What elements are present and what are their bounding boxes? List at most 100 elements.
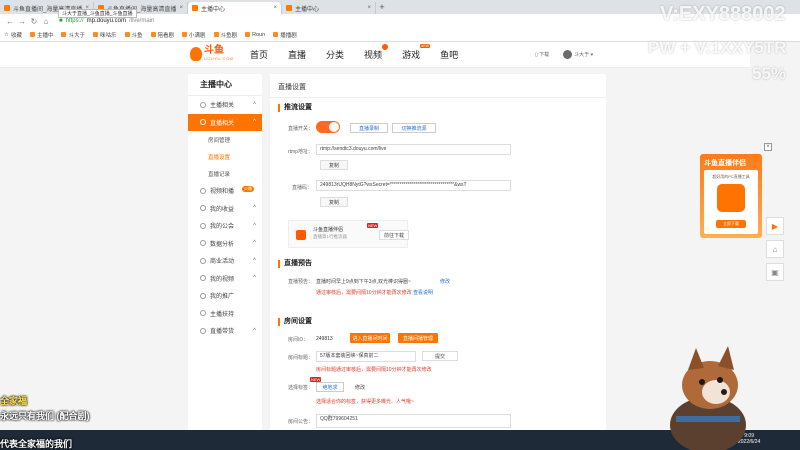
fox-mascot-icon (670, 346, 746, 450)
new-tab-button[interactable]: + (376, 2, 388, 14)
bookmark-icon (245, 32, 251, 37)
bookmark-item[interactable]: 斗鱼 (124, 31, 143, 39)
sidebar-subitem-live-settings[interactable]: 直播设置 (188, 148, 262, 165)
user-menu[interactable]: 斗大于 ▾ (563, 50, 593, 59)
enter-room-button[interactable]: 进入直播间时间 (350, 333, 390, 343)
back-icon[interactable]: ← (6, 17, 14, 26)
browser-tab[interactable]: 主播中心 × (282, 2, 376, 14)
sidebar-subitem-live-records[interactable]: 直播记录 (188, 165, 262, 182)
bookmark-item[interactable]: ☆ 收藏 (4, 31, 22, 39)
record-button[interactable]: 直播录制 (350, 123, 388, 133)
watermark-text: 55% (752, 64, 787, 83)
close-icon[interactable]: × (179, 5, 183, 11)
reload-icon[interactable]: ↻ (30, 17, 38, 26)
bookmark-item[interactable]: 播播剧 (273, 31, 297, 39)
copy-code-button[interactable]: 复制 (320, 197, 348, 207)
bookmark-item[interactable]: 小满剧 (182, 31, 206, 39)
close-icon[interactable]: × (367, 5, 371, 11)
promo-title: 斗鱼直播伴侣 (704, 160, 746, 167)
video-icon (200, 187, 206, 194)
film-icon (200, 275, 206, 282)
nav-fishbar[interactable]: 鱼吧 (440, 48, 458, 61)
sidebar-item-analytics[interactable]: 数据分析 ^ (188, 235, 262, 253)
promo-close-button[interactable]: × (764, 143, 772, 151)
nav-game[interactable]: 游戏 NEW (402, 44, 431, 61)
room-manage-button[interactable]: 直播间播管理 (398, 333, 438, 343)
room-notice-input[interactable]: QQ群799604251 (316, 414, 511, 428)
sidebar-item-guild[interactable]: 我的公会 ^ (188, 217, 262, 235)
promo-download-button[interactable]: 立即下载 (716, 220, 746, 228)
overlay-text: 永远只有我们 (配合剧) (0, 411, 90, 421)
fish-logo-icon (190, 46, 202, 61)
nav-live[interactable]: 直播 (288, 48, 306, 61)
avatar (563, 50, 573, 59)
megaphone-icon (200, 292, 206, 299)
play-float-icon[interactable]: ▶ (766, 217, 784, 235)
assistant-title: 斗鱼直播伴侣 (313, 227, 344, 233)
watermark-text: PW + V:1XXY5TR (648, 38, 787, 57)
bookmark-item[interactable]: Roun (245, 32, 265, 38)
room-title-label: 房间标题： (288, 355, 314, 361)
live-switch-toggle[interactable] (316, 121, 340, 133)
preview-edit-link[interactable]: 修改 (440, 278, 450, 285)
sidebar-item-income[interactable]: 我的收益 ^ (188, 200, 262, 218)
sidebar-subitem-room-manage[interactable]: 房间管理 (188, 131, 262, 148)
sidebar: 主播中心 主播相关 ^ 直播相关 ^ 房间管理 直播设置 直播记录 视频和播 火爆 我… (188, 74, 262, 450)
stream-code-label: 直播码： (292, 185, 313, 191)
sidebar-item-business[interactable]: 商业活动 ^ (188, 252, 262, 270)
chevron-up-icon: ^ (253, 101, 256, 108)
chevron-up-icon: ^ (253, 327, 256, 334)
divider (270, 97, 606, 98)
hand-icon (200, 310, 206, 317)
sidebar-item-my-videos[interactable]: 我的视频 ^ (188, 270, 262, 288)
switch-label: 直播开关： (288, 126, 314, 132)
nav-video[interactable]: 视频 (364, 44, 389, 61)
url-host: mp.douyu.com (86, 18, 126, 24)
bookmark-item[interactable]: 主播中 (29, 31, 53, 39)
tag-edit-link[interactable]: 修改 (355, 384, 365, 391)
bookmark-item[interactable]: 咪咕乐 (92, 31, 117, 39)
room-id-value: 249813 (316, 336, 333, 342)
star-icon: ☆ (4, 31, 9, 38)
download-link[interactable]: ▯ 下载 (535, 51, 549, 58)
close-icon[interactable]: × (273, 5, 277, 11)
url-scheme: https:// (65, 18, 84, 24)
bookmark-item[interactable]: 陪看剧 (150, 31, 174, 39)
nav-category[interactable]: 分类 (326, 48, 344, 61)
sidebar-item-live[interactable]: 直播相关 ^ (188, 113, 262, 131)
tag-value[interactable]: 绝地求 (316, 382, 344, 392)
browser-tab-active[interactable]: 主播中心 × (188, 2, 282, 14)
promo-desc: 超好用的PC直播工具 (712, 174, 750, 179)
home-float-icon[interactable]: ⌂ (766, 240, 784, 258)
sidebar-item-commerce[interactable]: 直播带货 ^ (188, 322, 262, 340)
hot-badge: 火爆 (242, 186, 254, 192)
forward-icon[interactable]: → (18, 17, 26, 26)
stream-code-field[interactable]: 249813rUQH8NytG?wsSecret=***************… (316, 180, 511, 191)
explain-link[interactable]: 查看说明 (413, 290, 433, 296)
new-badge: NEW (419, 44, 431, 48)
section-title-stream: 推流设置 (278, 104, 312, 112)
rtmp-address-field[interactable]: rtmp://sendtc3.douyu.com/live (316, 144, 511, 155)
douyu-logo[interactable]: 斗鱼 DOUYU.COM (190, 46, 233, 61)
nav-home[interactable]: 首页 (250, 48, 268, 61)
bookmark-icon (61, 32, 67, 37)
home-icon[interactable]: ⌂ (42, 17, 50, 26)
screen-float-icon[interactable]: ▣ (766, 263, 784, 281)
sidebar-item-streamer[interactable]: 主播相关 ^ (188, 96, 262, 114)
sidebar-item-video[interactable]: 视频和播 火爆 (188, 182, 262, 200)
person-icon (200, 101, 206, 108)
bookmark-item[interactable]: 斗大于 (61, 31, 85, 39)
switch-source-button[interactable]: 切换推流源 (392, 123, 436, 133)
submit-title-button[interactable]: 提交 (422, 351, 458, 361)
bookmark-icon (29, 32, 35, 37)
section-title-room: 房间设置 (278, 318, 312, 326)
assistant-download-button[interactable]: 前往下载 (379, 230, 409, 240)
bookmark-item[interactable]: 斗鱼剧 (213, 31, 237, 39)
preview-text: 直播时间早上9点到下午3点,双光棒识得圈~ (316, 279, 411, 285)
copy-rtmp-button[interactable]: 复制 (320, 160, 348, 170)
app-logo-icon (717, 184, 745, 212)
room-title-input[interactable]: 57版本套装回峡~保真前二 (316, 351, 416, 362)
sidebar-item-support[interactable]: 主播扶持 (188, 305, 262, 323)
bookmark-icon (213, 32, 219, 37)
sidebar-item-promotion[interactable]: 我的推广 (188, 287, 262, 305)
